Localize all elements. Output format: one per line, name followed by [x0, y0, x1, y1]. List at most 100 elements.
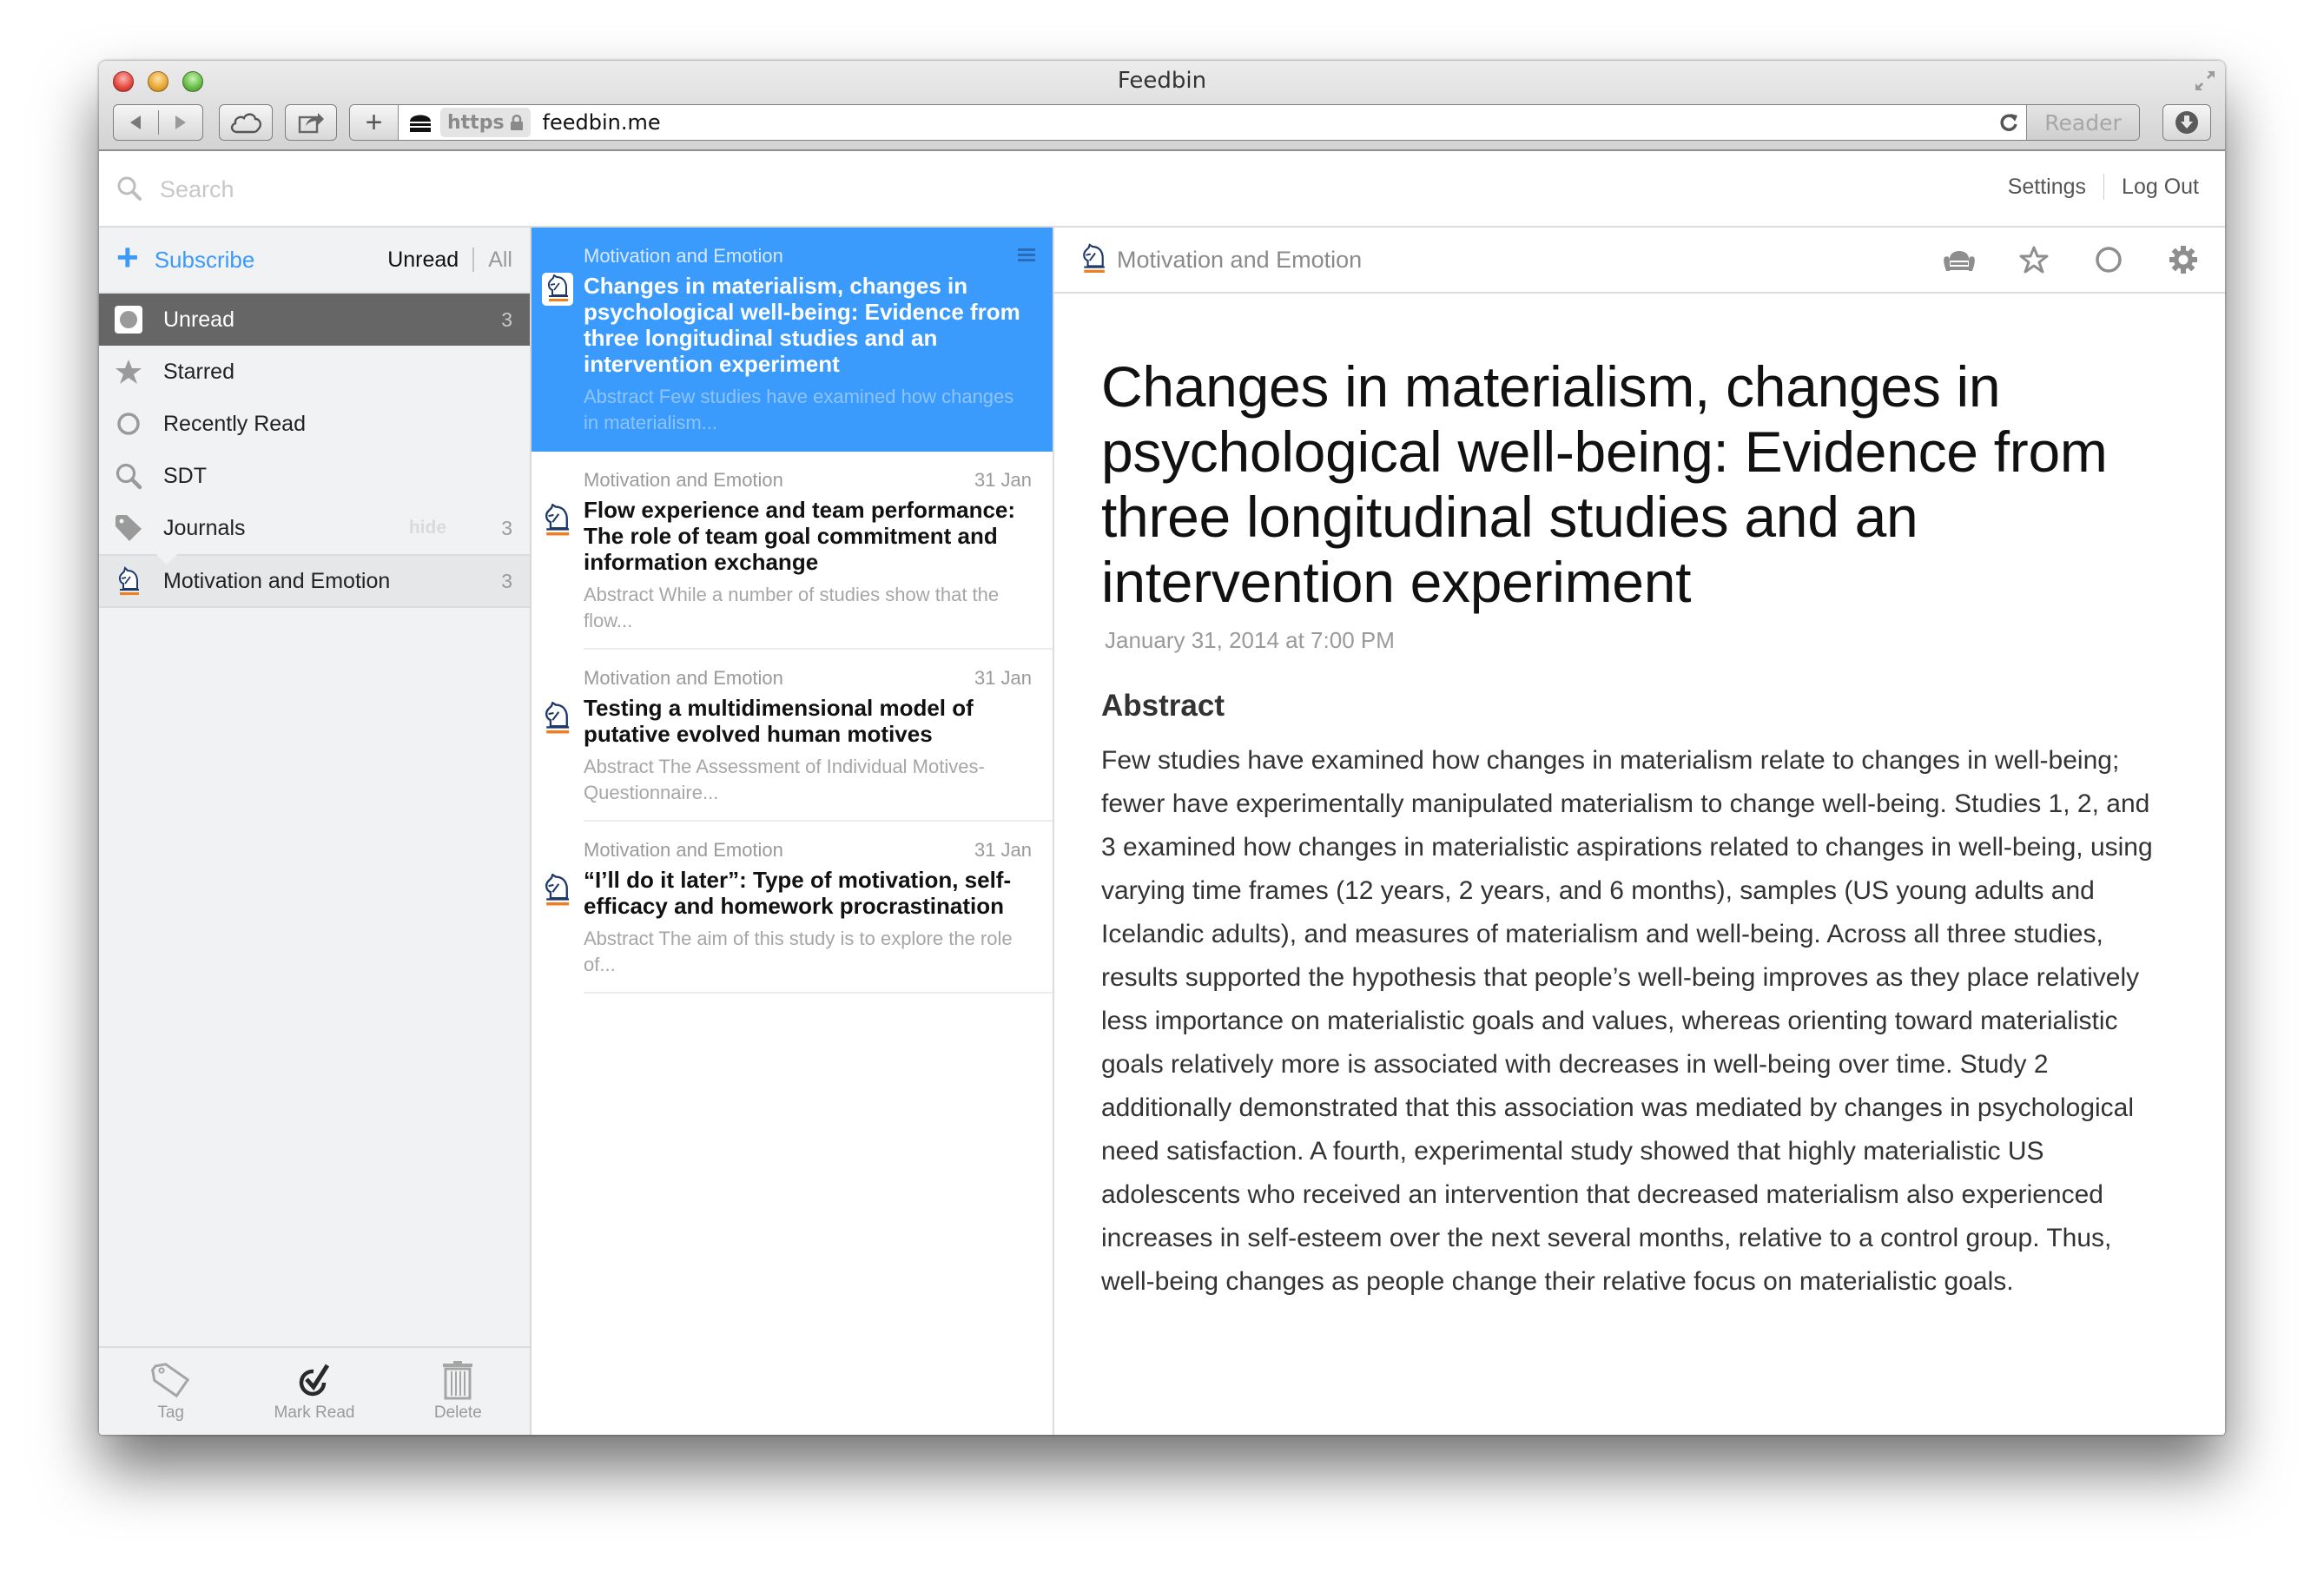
- article-body: Few studies have examined how changes in…: [1101, 746, 2153, 1296]
- filter-unread[interactable]: Unread: [387, 248, 459, 273]
- view-filter: Unread All: [387, 248, 512, 273]
- settings-link[interactable]: Settings: [2008, 175, 2086, 200]
- springer-knight-icon: [545, 504, 570, 536]
- sidebar-item-label: Journals: [163, 515, 246, 540]
- sidebar-item-starred[interactable]: Starred: [99, 346, 530, 398]
- entry-title: Flow experience and team performance: Th…: [584, 497, 1016, 575]
- subscribe-button[interactable]: + Subscribe: [116, 239, 255, 277]
- entry-title: “I’ll do it later”: Type of motivation, …: [584, 867, 1012, 919]
- entry-item[interactable]: Motivation and Emotion 31 Jan Flow exper…: [531, 452, 1053, 650]
- sidebar-item-sdt[interactable]: SDT: [99, 450, 530, 502]
- entry-item[interactable]: Motivation and Emotion Changes in materi…: [531, 228, 1053, 452]
- tag-button[interactable]: Tag: [99, 1348, 242, 1435]
- entry-title: Testing a multidimensional model of puta…: [584, 695, 974, 747]
- entry-meta: Motivation and Emotion 31 Jan: [584, 667, 1032, 690]
- entry-summary: Abstract While a number of studies show …: [584, 584, 1000, 631]
- article-tools: [1942, 242, 2201, 277]
- springer-knight-icon: [542, 273, 573, 306]
- star-outline-icon: [2019, 246, 2049, 274]
- logout-link[interactable]: Log Out: [2122, 175, 2199, 200]
- fullscreen-icon[interactable]: [2192, 68, 2218, 94]
- reload-button[interactable]: [1991, 112, 2026, 133]
- readability-button[interactable]: [1942, 242, 1977, 277]
- article-date: January 31, 2014 at 7:00 PM: [1105, 627, 1395, 653]
- hide-tag-link[interactable]: hide: [409, 518, 446, 538]
- springer-knight-icon: [545, 702, 570, 734]
- search-icon: [117, 176, 142, 201]
- tag-label: Tag: [157, 1404, 184, 1422]
- nesting-pointer: [156, 554, 177, 565]
- delete-button[interactable]: Delete: [386, 1348, 530, 1435]
- cloud-icon: [230, 113, 262, 134]
- entry-item[interactable]: Motivation and Emotion 31 Jan Testing a …: [531, 650, 1053, 822]
- sidebar-item-label: Starred: [163, 359, 234, 384]
- entry-date: 31 Jan: [974, 667, 1032, 689]
- springer-knight-icon: [1083, 243, 1105, 273]
- mark-read-label: Mark Read: [274, 1404, 355, 1422]
- feedbin-favicon-icon: [410, 115, 431, 132]
- sidebar: + Subscribe Unread All Unread 3 Starred: [99, 228, 531, 1435]
- article-content: Changes in materialism, changes in psych…: [1054, 294, 2225, 1304]
- entry-summary: Abstract Few studies have examined how c…: [584, 386, 1014, 433]
- sidebar-item-label: Recently Read: [163, 411, 306, 436]
- delete-label: Delete: [433, 1404, 482, 1422]
- lock-icon: [510, 115, 523, 130]
- feed-count: 3: [501, 569, 512, 592]
- mark-read-button[interactable]: Mark Read: [242, 1348, 386, 1435]
- browser-toolbar: Feedbin + https feedbin.me Reader: [99, 61, 2225, 151]
- entry-date: 31 Jan: [974, 839, 1032, 861]
- download-icon: [2175, 111, 2198, 134]
- sidebar-footer: Tag Mark Read Delete: [99, 1346, 530, 1435]
- browser-window: Feedbin + https feedbin.me Reader Search…: [99, 61, 2225, 1435]
- article-pane: Motivation and Emotion Changes in materi…: [1054, 228, 2225, 1435]
- unread-icon: [115, 306, 142, 334]
- entry-summary: Abstract The Assessment of Individual Mo…: [584, 756, 985, 803]
- article-section-heading: Abstract: [1101, 689, 1225, 723]
- star-button[interactable]: [2017, 242, 2051, 277]
- downloads-button[interactable]: [2162, 104, 2211, 141]
- url-text[interactable]: feedbin.me: [543, 110, 1991, 135]
- circle-icon: [115, 410, 142, 438]
- gear-icon: [2169, 246, 2197, 274]
- entry-item[interactable]: Motivation and Emotion 31 Jan “I’ll do i…: [531, 822, 1053, 994]
- circle-outline-icon: [2096, 247, 2122, 273]
- forward-button[interactable]: [158, 105, 202, 140]
- share-button[interactable]: [285, 104, 337, 141]
- entry-divider: [584, 992, 1053, 994]
- back-button[interactable]: [114, 105, 158, 140]
- article-toolbar: Motivation and Emotion: [1054, 228, 2225, 294]
- new-tab-button[interactable]: +: [350, 105, 399, 140]
- reload-icon: [2000, 114, 2017, 131]
- entry-list: Motivation and Emotion Changes in materi…: [531, 228, 1054, 1435]
- search-input[interactable]: [160, 167, 855, 212]
- armchair-icon: [1944, 251, 1975, 271]
- sidebar-item-unread[interactable]: Unread 3: [99, 294, 530, 346]
- mark-unread-button[interactable]: [2091, 242, 2126, 277]
- entry-meta: Motivation and Emotion: [584, 245, 1032, 268]
- entry-feed-name: Motivation and Emotion: [584, 839, 783, 861]
- article-feed-name[interactable]: Motivation and Emotion: [1117, 247, 1362, 274]
- window-title: Feedbin: [1117, 68, 1207, 94]
- search-icon: [115, 462, 142, 490]
- icloud-tabs-button[interactable]: [219, 104, 273, 141]
- journals-count: 3: [501, 516, 512, 539]
- sidebar-item-motivation-and-emotion[interactable]: Motivation and Emotion 3: [99, 554, 530, 608]
- filter-all[interactable]: All: [488, 248, 512, 273]
- subscribe-label: Subscribe: [154, 246, 255, 273]
- star-icon: [115, 358, 142, 386]
- entry-feed-name: Motivation and Emotion: [584, 667, 783, 689]
- entry-settings-button[interactable]: [2166, 242, 2201, 277]
- reader-button[interactable]: Reader: [2026, 105, 2139, 140]
- address-bar[interactable]: + https feedbin.me Reader: [349, 104, 2140, 141]
- sidebar-item-recently-read[interactable]: Recently Read: [99, 398, 530, 450]
- article-title: Changes in materialism, changes in psych…: [1101, 354, 2108, 614]
- sidebar-item-label: Motivation and Emotion: [163, 568, 391, 593]
- entry-meta: Motivation and Emotion 31 Jan: [584, 469, 1032, 492]
- entry-feed-name: Motivation and Emotion: [584, 469, 783, 491]
- springer-knight-icon: [115, 566, 142, 595]
- unread-count: 3: [501, 307, 512, 331]
- sidebar-item-journals[interactable]: Journals hide 3: [99, 502, 530, 554]
- trash-icon: [443, 1361, 473, 1400]
- menu-icon[interactable]: [1018, 248, 1035, 262]
- entry-date: 31 Jan: [974, 469, 1032, 491]
